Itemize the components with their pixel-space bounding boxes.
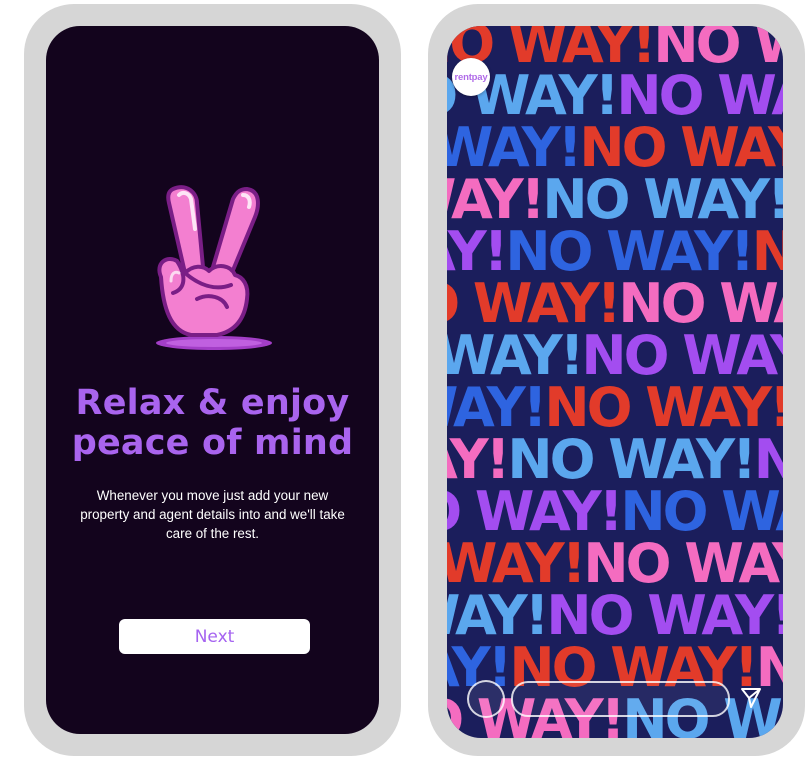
pattern-row: NO WAY!NO WAY!NO WAY!NO WAY! bbox=[447, 116, 783, 179]
pattern-word: NO WAY! bbox=[447, 220, 508, 283]
pattern-word: NO WAY! bbox=[507, 428, 756, 491]
peace-hand-icon bbox=[156, 185, 272, 350]
pattern-word: NO WAY! bbox=[620, 480, 783, 543]
send-button[interactable] bbox=[737, 684, 765, 712]
pattern-word: NO WAY! bbox=[447, 532, 586, 595]
pattern-word: NO WAY! bbox=[542, 168, 783, 231]
send-icon bbox=[741, 688, 761, 708]
pattern-word: NO WAY! bbox=[505, 220, 754, 283]
brand-logo-text: rentpay bbox=[454, 71, 488, 83]
pattern-word: NO WAY! bbox=[583, 532, 783, 595]
pattern-row: NO WAY!NO WAY!NO WAY!NO WAY! bbox=[447, 324, 783, 387]
pattern-row: NO WAY!NO WAY!NO WAY!NO WAY! bbox=[447, 272, 783, 335]
pattern-word: NO WAY! bbox=[751, 220, 783, 283]
story-screen: NO WAY!NO WAY!NO WAY!NO WAY!NO WAY!NO WA… bbox=[447, 26, 783, 738]
pattern-word: NO WAY! bbox=[579, 116, 783, 179]
pattern-row: NO WAY!NO WAY!NO WAY!NO WAY! bbox=[447, 220, 783, 283]
brand-avatar[interactable]: rentpay bbox=[452, 58, 490, 96]
pattern-row: NO WAY!NO WAY!NO WAY!NO WAY! bbox=[447, 64, 783, 127]
pattern-word: NO WAY! bbox=[447, 168, 545, 231]
pattern-word: NO WAY! bbox=[447, 272, 621, 335]
pattern-word: NO WAY! bbox=[447, 584, 549, 647]
onboarding-screen: Relax & enjoy peace of mind Whenever you… bbox=[46, 26, 379, 734]
pattern-word: NO WAY! bbox=[753, 428, 783, 491]
pattern-row: NO WAY!NO WAY!NO WAY!NO WAY! bbox=[447, 480, 783, 543]
story-reply-bar bbox=[447, 676, 783, 720]
headline-line-2: peace of mind bbox=[71, 423, 354, 463]
phone-frame-right: NO WAY!NO WAY!NO WAY!NO WAY!NO WAY!NO WA… bbox=[428, 4, 805, 756]
pattern-word: NO WAY! bbox=[581, 324, 783, 387]
pattern-row: NO WAY!NO WAY!NO WAY!NO WAY! bbox=[447, 376, 783, 439]
pattern-word: NO WAY! bbox=[447, 116, 582, 179]
pattern-word: NO WAY! bbox=[546, 584, 783, 647]
pattern-row: NO WAY!NO WAY!NO WAY!NO WAY! bbox=[447, 584, 783, 647]
pattern-row: NO WAY!NO WAY!NO WAY!NO WAY! bbox=[447, 428, 783, 491]
pattern-word: NO WAY! bbox=[447, 428, 510, 491]
no-way-pattern: NO WAY!NO WAY!NO WAY!NO WAY!NO WAY!NO WA… bbox=[447, 26, 783, 738]
pattern-word: NO WAY! bbox=[447, 480, 623, 543]
camera-button[interactable] bbox=[467, 680, 505, 718]
pattern-row: NO WAY!NO WAY!NO WAY!NO WAY! bbox=[447, 532, 783, 595]
pattern-word: NO WAY! bbox=[447, 376, 547, 439]
pattern-word: NO WAY! bbox=[618, 272, 783, 335]
message-input[interactable] bbox=[511, 681, 730, 717]
next-button[interactable]: Next bbox=[119, 619, 310, 654]
onboarding-description: Whenever you move just add your new prop… bbox=[80, 488, 345, 541]
pattern-row: NO WAY!NO WAY!NO WAY!NO WAY! bbox=[447, 168, 783, 231]
headline-line-1: Relax & enjoy bbox=[75, 383, 350, 423]
onboarding-headline: Relax & enjoy peace of mind bbox=[46, 383, 379, 463]
phone-frame-left: Relax & enjoy peace of mind Whenever you… bbox=[24, 4, 401, 756]
pattern-word: NO WAY! bbox=[616, 64, 783, 127]
pattern-word: NO WAY! bbox=[544, 376, 783, 439]
pattern-word: NO WAY! bbox=[447, 324, 584, 387]
